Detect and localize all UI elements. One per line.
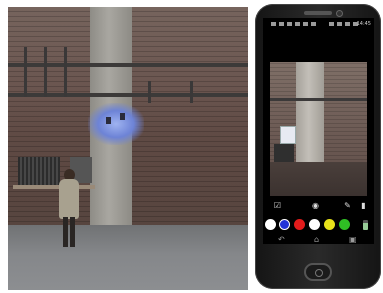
projection-mark (120, 113, 125, 120)
person-legs (63, 217, 75, 247)
home-button[interactable] (304, 263, 332, 281)
brush-size-icon[interactable] (363, 220, 368, 230)
notification-icon (295, 22, 300, 26)
recent-apps-icon[interactable]: ▣ (349, 236, 357, 244)
status-bar: 14:45 (263, 18, 374, 32)
viewfinder-radiator (274, 144, 294, 162)
pipe-bracket (148, 81, 151, 103)
pipe-bracket (190, 81, 193, 103)
color-swatch-red[interactable] (294, 219, 305, 230)
wifi-icon (337, 22, 342, 26)
smartphone: 14:45 ☑ ◉ ✎ ▮ ↶ ⌂ ▣ (255, 4, 381, 289)
brush-icon[interactable]: ✎ (343, 202, 352, 210)
color-swatch-yellow[interactable] (324, 219, 335, 230)
signal-icon (345, 22, 350, 26)
earpiece-speaker (304, 11, 332, 15)
home-button-ring (315, 269, 323, 277)
notification-icon (287, 22, 292, 26)
color-swatch-white[interactable] (309, 219, 320, 230)
home-icon[interactable]: ⌂ (314, 236, 319, 244)
person-coat (59, 179, 79, 219)
status-clock: 14:45 (356, 21, 371, 27)
notification-icons (271, 22, 316, 26)
projection-mark (106, 117, 111, 124)
color-swatch-green[interactable] (339, 219, 350, 230)
color-swatch-blue[interactable] (279, 219, 290, 230)
front-camera (336, 10, 343, 17)
phone-screen: 14:45 ☑ ◉ ✎ ▮ ↶ ⌂ ▣ (263, 18, 374, 244)
notification-icon (271, 22, 276, 26)
viewfinder-pipe (270, 98, 367, 101)
camera-icon[interactable]: ◉ (311, 202, 320, 210)
pipe-bracket (44, 47, 47, 97)
ledge (13, 185, 95, 189)
system-icons (329, 22, 358, 26)
drawing-toolbar: ☑ ◉ ✎ ▮ (263, 200, 374, 214)
viewfinder-projection (280, 126, 296, 144)
radiator (18, 157, 60, 185)
notification-icon (311, 22, 316, 26)
pavement (8, 225, 248, 290)
pipe-bracket (24, 47, 27, 97)
android-nav-bar: ↶ ⌂ ▣ (263, 236, 374, 244)
checkbox-pencil-icon[interactable]: ☑ (273, 202, 282, 210)
projected-drawing (88, 103, 144, 145)
back-icon[interactable]: ↶ (278, 236, 285, 244)
alarm-icon (329, 22, 334, 26)
color-palette (263, 219, 374, 233)
viewfinder-floor (270, 162, 367, 196)
notification-icon (303, 22, 308, 26)
street-photo (8, 7, 248, 290)
camera-viewfinder[interactable] (270, 62, 367, 196)
color-swatch-white[interactable] (265, 219, 276, 230)
pipe-bracket (64, 47, 67, 97)
notification-icon (279, 22, 284, 26)
eraser-icon[interactable]: ▮ (359, 202, 368, 210)
